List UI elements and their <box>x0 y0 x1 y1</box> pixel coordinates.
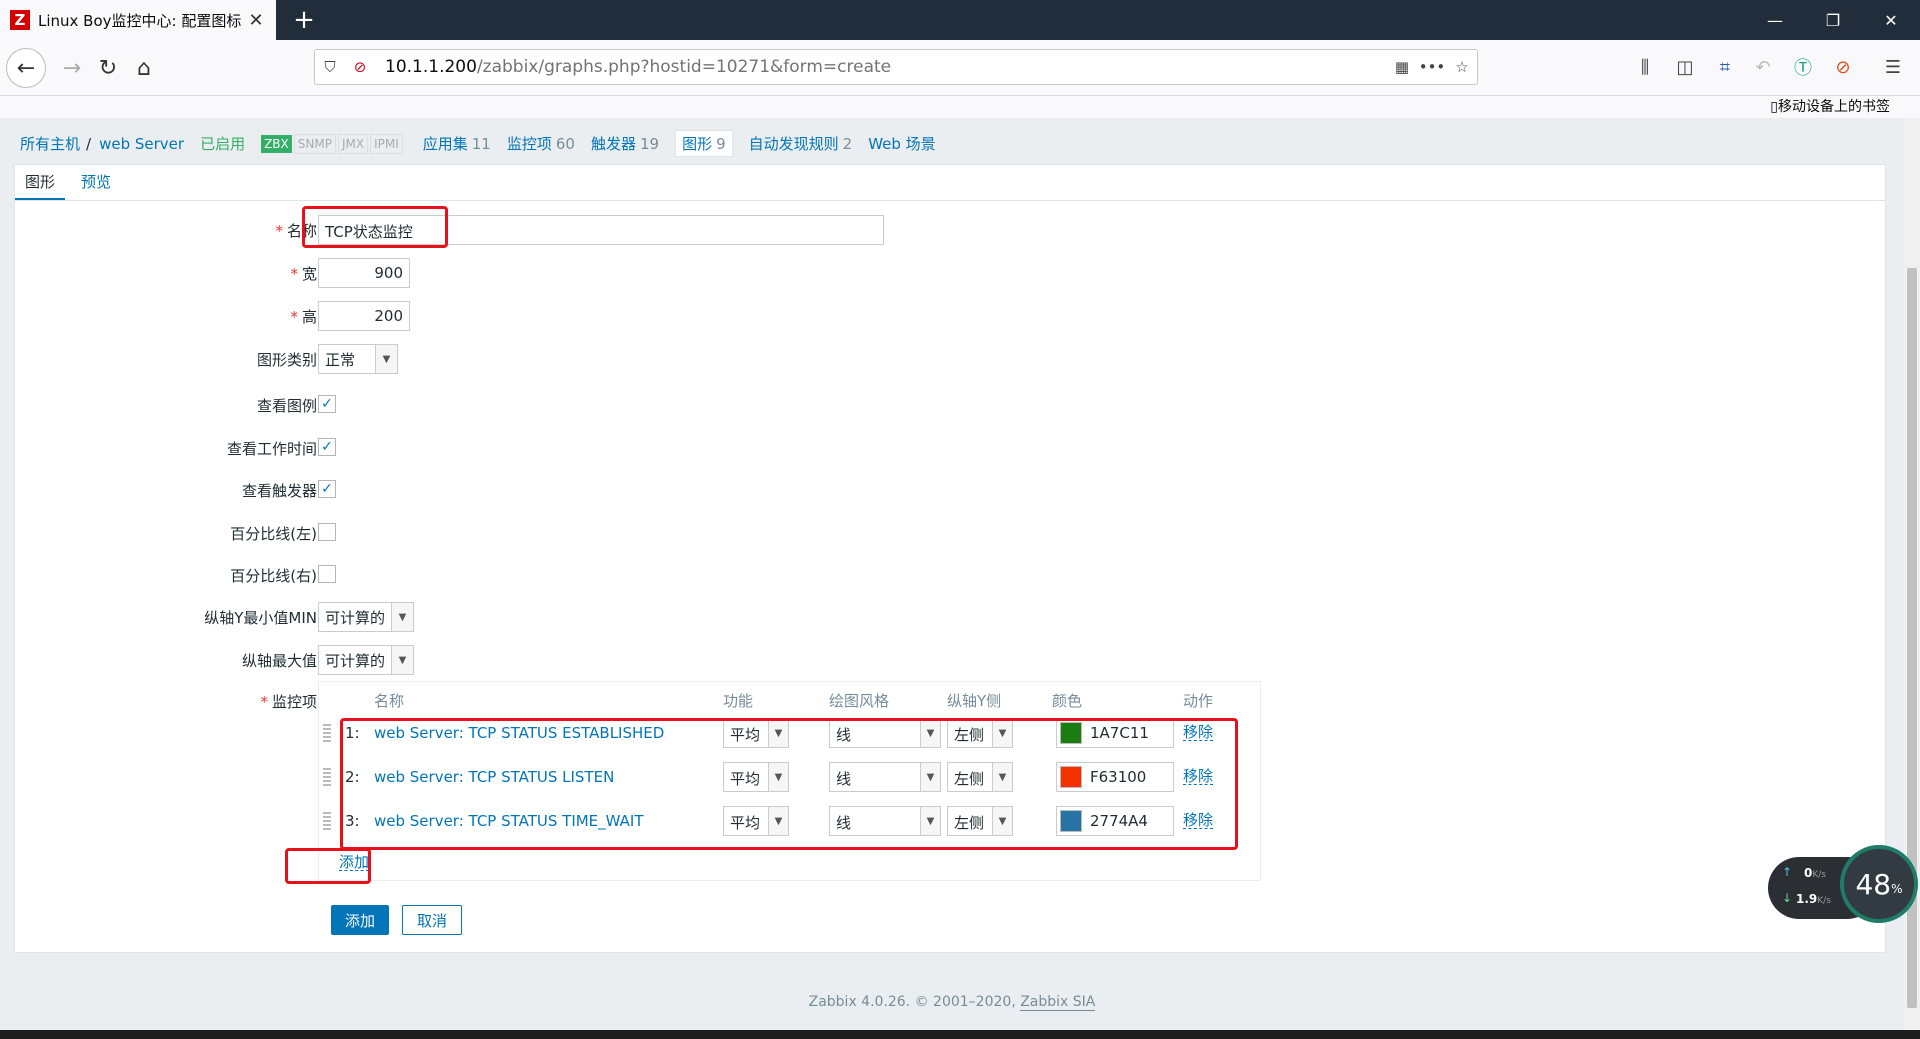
show-working-time-checkbox[interactable]: ✓ <box>318 438 336 456</box>
chevron-down-icon: ▼ <box>391 603 413 631</box>
download-arrow-icon: ↓ <box>1782 891 1793 905</box>
upload-speed: 0K/s <box>1804 866 1826 880</box>
breadcrumb-separator: / <box>86 134 92 153</box>
nav-discovery[interactable]: 自动发现规则 2 <box>749 133 853 154</box>
bookmarks-bar: ▯移动设备上的书签 <box>0 96 1920 118</box>
browser-tab[interactable]: Z Linux Boy监控中心: 配置图标 ✕ <box>0 0 276 40</box>
zabbix-favicon-icon: Z <box>10 10 30 30</box>
drag-handle-icon[interactable] <box>323 768 331 788</box>
snmp-badge: SNMP <box>293 133 336 154</box>
adblock-icon[interactable]: ⊘ <box>1828 52 1858 82</box>
col-header-draw-style: 绘图风格 <box>829 692 890 710</box>
annotation-box-add <box>285 848 371 884</box>
url-text[interactable]: 10.1.1.200/zabbix/graphs.php?hostid=1027… <box>385 57 891 77</box>
breadcrumb-host[interactable]: web Server <box>99 135 184 153</box>
show-working-time-label: 查看工作时间 <box>226 440 317 458</box>
show-legend-label: 查看图例 <box>256 397 317 415</box>
tab-graph[interactable]: 图形 <box>15 165 66 201</box>
bookmark-star-icon[interactable]: ☆ <box>1447 58 1477 76</box>
forward-button[interactable]: → <box>52 48 92 88</box>
library-icon[interactable]: ⫼ <box>1630 52 1660 82</box>
cancel-button[interactable]: 取消 <box>402 905 462 935</box>
annotation-box-name <box>302 206 448 248</box>
browser-navbar: ← → ↻ ⌂ ⛉ ⊘ 10.1.1.200/zabbix/graphs.php… <box>0 40 1920 96</box>
network-speed-widget: ↑ 0K/s ↓ 1.9K/s 48% <box>1768 845 1918 929</box>
close-tab-icon[interactable]: ✕ <box>244 10 268 31</box>
show-triggers-label: 查看触发器 <box>241 482 317 500</box>
tab-preview[interactable]: 预览 <box>71 165 121 201</box>
nav-graphs[interactable]: 图形 9 <box>675 130 733 157</box>
chevron-down-icon: ▼ <box>391 646 413 674</box>
crop-icon[interactable]: ⌗ <box>1710 52 1740 82</box>
nav-applications[interactable]: 应用集 11 <box>423 133 491 154</box>
breadcrumb-all-hosts[interactable]: 所有主机 <box>20 133 80 154</box>
upload-arrow-icon: ↑ <box>1782 865 1793 879</box>
menu-icon[interactable]: ☰ <box>1878 52 1908 82</box>
url-bar[interactable]: ⛉ ⊘ 10.1.1.200/zabbix/graphs.php?hostid=… <box>314 49 1478 85</box>
shield-icon[interactable]: ⛉ <box>315 58 345 76</box>
width-input[interactable]: 900 <box>318 258 410 288</box>
insecure-lock-icon[interactable]: ⊘ <box>345 58 375 76</box>
col-header-action: 动作 <box>1183 692 1214 710</box>
home-button[interactable]: ⌂ <box>124 48 164 88</box>
col-header-function: 功能 <box>723 692 754 710</box>
zbx-badge: ZBX <box>261 134 292 153</box>
drag-handle-icon[interactable] <box>323 724 331 744</box>
ymin-select[interactable]: 可计算的 ▼ <box>318 602 414 632</box>
nav-items[interactable]: 监控项 60 <box>507 133 575 154</box>
close-window-icon[interactable]: ✕ <box>1862 0 1920 40</box>
sidebar-icon[interactable]: ◫ <box>1670 52 1700 82</box>
ymin-label: 纵轴Y最小值MIN <box>204 609 317 627</box>
percentile-right-label: 百分比线(右) <box>230 567 317 585</box>
undo-icon[interactable]: ↶ <box>1748 52 1778 82</box>
ymax-label: 纵轴最大值 <box>241 652 317 670</box>
width-label: * 宽 <box>290 265 317 283</box>
taskbar <box>0 1030 1920 1039</box>
reload-button[interactable]: ↻ <box>88 48 128 88</box>
nav-triggers[interactable]: 触发器 19 <box>591 133 659 154</box>
host-navigation: 所有主机 / web Server 已启用 ZBX SNMP JMX IPMI … <box>20 130 952 157</box>
footer: Zabbix 4.0.26. © 2001–2020, Zabbix SIA <box>808 994 1096 1011</box>
height-label: * 高 <box>290 308 317 326</box>
drag-handle-icon[interactable] <box>323 812 331 832</box>
zabbix-page: 所有主机 / web Server 已启用 ZBX SNMP JMX IPMI … <box>0 118 1904 1039</box>
page-actions-icon[interactable]: ••• <box>1417 58 1447 76</box>
jmx-badge: JMX <box>337 133 369 154</box>
zabbix-sia-link[interactable]: Zabbix SIA <box>1020 994 1096 1011</box>
height-input[interactable]: 200 <box>318 301 410 331</box>
mobile-bookmarks[interactable]: ▯移动设备上的书签 <box>1770 96 1890 116</box>
col-header-name: 名称 <box>374 692 405 710</box>
ymax-select[interactable]: 可计算的 ▼ <box>318 645 414 675</box>
graph-type-select[interactable]: 正常 ▼ <box>318 344 398 374</box>
annotation-box-items <box>340 718 1238 850</box>
browser-titlebar: Z Linux Boy监控中心: 配置图标 ✕ + — ❐ ✕ <box>0 0 1920 40</box>
show-legend-checkbox[interactable]: ✓ <box>318 395 336 413</box>
ipmi-badge: IPMI <box>370 133 403 154</box>
form-tabs: 图形 预览 <box>14 164 1886 201</box>
tab-title: Linux Boy监控中心: 配置图标 <box>38 11 242 30</box>
percentile-left-checkbox[interactable] <box>318 523 336 541</box>
new-tab-button[interactable]: + <box>286 0 322 40</box>
minimize-icon[interactable]: — <box>1746 0 1804 40</box>
graph-type-label: 图形类别 <box>256 351 317 369</box>
back-button[interactable]: ← <box>6 48 46 88</box>
add-button[interactable]: 添加 <box>331 905 389 935</box>
col-header-y-axis-side: 纵轴Y侧 <box>947 692 1002 710</box>
cpu-percent-circle[interactable]: 48% <box>1840 845 1918 923</box>
percentile-right-checkbox[interactable] <box>318 565 336 583</box>
download-speed: 1.9K/s <box>1796 892 1831 906</box>
percentile-left-label: 百分比线(左) <box>230 525 317 543</box>
restore-icon[interactable]: ❐ <box>1804 0 1862 40</box>
items-label: * 监控项 <box>260 693 317 711</box>
chevron-down-icon: ▼ <box>375 345 397 373</box>
qr-code-icon[interactable]: ▦ <box>1387 58 1417 76</box>
show-triggers-checkbox[interactable]: ✓ <box>318 480 336 498</box>
col-header-color: 颜色 <box>1052 692 1083 710</box>
translate-icon[interactable]: Ⓣ <box>1788 52 1818 82</box>
nav-web-scenarios[interactable]: Web 场景 <box>868 133 935 154</box>
host-status-enabled[interactable]: 已启用 <box>200 133 245 154</box>
